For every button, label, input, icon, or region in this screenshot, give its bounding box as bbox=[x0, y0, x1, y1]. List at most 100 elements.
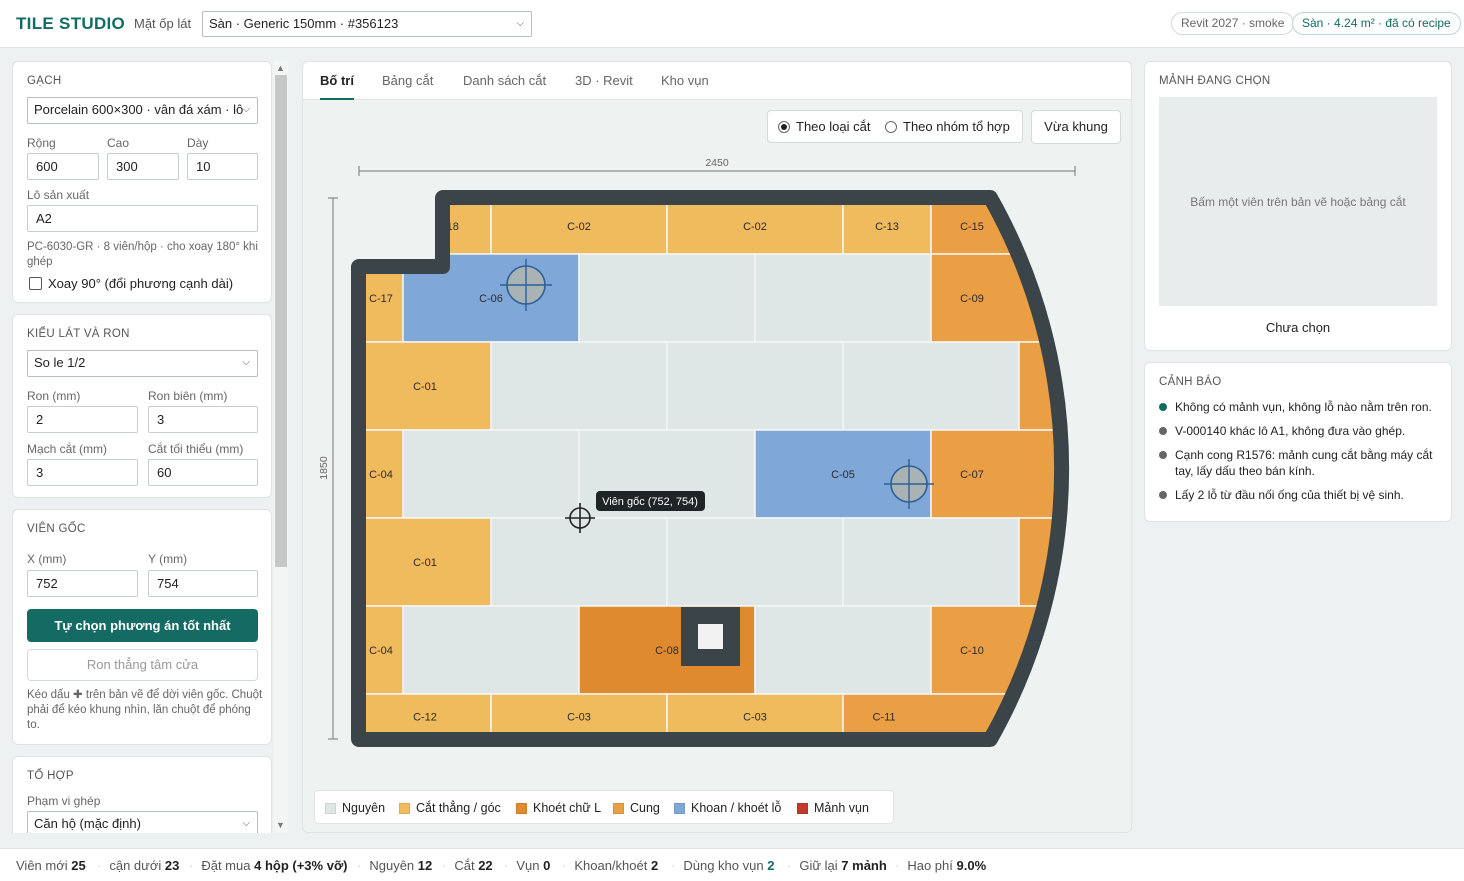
pattern-select[interactable]: So le 1/2 ⌵ bbox=[27, 350, 258, 377]
legend-label: Cắt thẳng / góc bbox=[416, 801, 501, 815]
tile-piece[interactable] bbox=[402, 605, 580, 695]
status-key: Hao phí bbox=[907, 858, 953, 873]
left-scrollbar[interactable]: ▲ ▼ bbox=[274, 61, 288, 833]
warnings-title: CẢNH BÁO bbox=[1159, 376, 1222, 388]
status-value: 2 bbox=[650, 858, 659, 873]
min-cut-input[interactable]: 60 bbox=[148, 459, 258, 486]
origin-card: VIÊN GỐC X (mm) Y (mm) 752 754 Tự chọn p… bbox=[12, 509, 272, 745]
warning-text: V-000140 khác lô A1, không đưa vào ghép. bbox=[1175, 424, 1406, 438]
warning-item: Lấy 2 lỗ từ đầu nối ống của thiết bị vệ … bbox=[1159, 487, 1444, 503]
status-bar: Viên mới 25 · cận dưới 23 · Đặt mua 4 hộp … bbox=[0, 848, 1464, 881]
auto-best-button[interactable]: Tự chọn phương án tốt nhất bbox=[27, 609, 258, 642]
status-full: · Nguyên 12 bbox=[357, 858, 433, 873]
tile-card-title: GẠCH bbox=[27, 75, 62, 87]
tile-piece[interactable]: C-01 bbox=[359, 517, 492, 607]
surface-select-value: Sàn · Generic 150mm · #356123 bbox=[209, 16, 399, 31]
tile-label: C-04 bbox=[369, 645, 393, 657]
edge-joint-input[interactable]: 3 bbox=[148, 406, 258, 433]
tile-piece[interactable]: C-02 bbox=[490, 198, 668, 255]
checkbox-box[interactable] bbox=[29, 277, 42, 290]
legend-swatch bbox=[399, 802, 410, 814]
batch-label: Lô sản xuất bbox=[27, 188, 90, 202]
legend-label: Khoan / khoét lỗ bbox=[691, 801, 782, 815]
scrollbar-thumb[interactable] bbox=[275, 75, 287, 567]
area-badge: Sàn · 4.24 m² · đã có recipe bbox=[1292, 12, 1461, 35]
preview-placeholder: Bấm một viên trên bản vẽ hoặc bảng cắt bbox=[1190, 195, 1406, 209]
chevron-down-icon: ⌵ bbox=[242, 818, 250, 829]
drain-fixture bbox=[681, 607, 740, 666]
status-key: Viên mới bbox=[16, 858, 68, 873]
scope-label: Phạm vi ghép bbox=[27, 794, 101, 808]
tile-piece[interactable] bbox=[842, 517, 1020, 607]
status-key: Dùng kho vụn bbox=[683, 858, 764, 873]
origin-y-input[interactable]: 754 bbox=[148, 570, 258, 597]
tile-piece[interactable] bbox=[666, 517, 844, 607]
tile-piece[interactable] bbox=[490, 341, 668, 431]
tile-piece[interactable] bbox=[490, 517, 668, 607]
width-input[interactable]: 600 bbox=[27, 153, 99, 180]
floor-plan[interactable]: 2450 1850 C-18 C-02 C-02 C-13 C-15C-17 C-06 C-… bbox=[303, 62, 1132, 782]
pattern-select-value: So le 1/2 bbox=[34, 355, 86, 370]
batch-input[interactable]: A2 bbox=[27, 205, 258, 232]
status-value: 2 bbox=[767, 858, 775, 873]
status-scrap-stock: · Dùng kho vụn 2 bbox=[671, 858, 775, 873]
tile-piece[interactable]: C-13 bbox=[842, 198, 932, 255]
legend-swatch bbox=[613, 802, 624, 814]
status-key: Cắt bbox=[454, 858, 475, 873]
tile-piece[interactable] bbox=[578, 253, 756, 343]
piece-preview: Bấm một viên trên bản vẽ hoặc bảng cắt bbox=[1159, 97, 1437, 306]
width-label: Rộng bbox=[27, 136, 56, 150]
scroll-up-icon[interactable]: ▲ bbox=[276, 63, 285, 73]
status-cut: · Cắt 22 bbox=[442, 858, 493, 873]
origin-hint: Kéo dấu ✚ trên bản vẽ để dời viên gốc. C… bbox=[27, 689, 263, 731]
legend: Nguyên Cắt thẳng / góc Khoét chữ L Cung … bbox=[314, 790, 894, 824]
tile-piece[interactable] bbox=[842, 341, 1020, 431]
tile-piece[interactable]: C-07 bbox=[930, 429, 1103, 519]
status-keep: · Giữ lại 7 mảnh bbox=[787, 858, 887, 873]
origin-card-title: VIÊN GỐC bbox=[27, 523, 86, 535]
scope-select[interactable]: Căn hộ (mặc định) ⌵ bbox=[27, 811, 258, 833]
tile-piece[interactable] bbox=[666, 341, 844, 431]
material-select-value: Porcelain 600×300 · vân đá xám · lô bbox=[34, 102, 244, 117]
tile-label: C-01 bbox=[413, 381, 437, 393]
status-value: 12 bbox=[417, 858, 433, 873]
kerf-label: Mạch cắt (mm) bbox=[27, 442, 108, 456]
status-value: 25 bbox=[71, 858, 86, 873]
warning-item: Cạnh cong R1576: mảnh cung cắt bằng máy … bbox=[1159, 447, 1444, 479]
origin-x-input[interactable]: 752 bbox=[27, 570, 138, 597]
tile-label: C-06 bbox=[479, 293, 503, 305]
status-order: · Đặt mua 4 hộp (+3% vỡ) bbox=[189, 858, 348, 873]
pattern-card: KIỂU LÁT VÀ RON So le 1/2 ⌵ Ron (mm) Ron… bbox=[12, 314, 272, 498]
tile-piece[interactable] bbox=[754, 253, 932, 343]
tile-label: C-02 bbox=[743, 221, 767, 233]
thickness-label: Dày bbox=[187, 136, 209, 150]
joint-input[interactable]: 2 bbox=[27, 406, 138, 433]
tile-piece[interactable]: C-01 bbox=[359, 341, 492, 431]
tile-piece[interactable]: C-02 bbox=[666, 198, 844, 255]
door-center-button[interactable]: Ron thẳng tâm cửa bbox=[27, 649, 258, 681]
tile-label: C-05 bbox=[831, 469, 855, 481]
tile-piece[interactable] bbox=[754, 605, 932, 695]
rotate-checkbox[interactable]: Xoay 90° (đổi phương cạnh dài) bbox=[29, 276, 233, 291]
chevron-down-icon: ⌵ bbox=[242, 104, 250, 115]
status-key: Nguyên bbox=[369, 858, 415, 873]
legend-swatch bbox=[797, 802, 808, 814]
material-select[interactable]: Porcelain 600×300 · vân đá xám · lô ⌵ bbox=[27, 97, 258, 124]
legend-drill: Khoan / khoét lỗ bbox=[674, 801, 781, 815]
thickness-input[interactable]: 10 bbox=[187, 153, 258, 180]
tile-label: C-11 bbox=[872, 712, 895, 724]
height-input[interactable]: 300 bbox=[107, 153, 179, 180]
tile-piece[interactable] bbox=[402, 429, 580, 519]
warning-text: Không có mảnh vụn, không lỗ nào nằm trên… bbox=[1175, 400, 1432, 414]
dim-height-label: 1850 bbox=[318, 456, 330, 480]
scroll-down-icon[interactable]: ▼ bbox=[276, 820, 285, 830]
legend-full: Nguyên bbox=[325, 801, 385, 815]
scope-select-value: Căn hộ (mặc định) bbox=[34, 816, 141, 831]
status-scrap: · Vụn 0 bbox=[504, 858, 551, 873]
kerf-input[interactable]: 3 bbox=[27, 459, 138, 486]
center-panel: Bố trí Bảng cắt Danh sách cắt 3D · Revit… bbox=[302, 61, 1132, 833]
legend-curve: Cung bbox=[613, 801, 660, 815]
surface-select[interactable]: Sàn · Generic 150mm · #356123 ⌵ bbox=[202, 11, 532, 37]
top-bar: TILE STUDIO Mặt ốp lát Sàn · Generic 150… bbox=[0, 0, 1464, 48]
combo-card: TỔ HỢP Phạm vi ghép Căn hộ (mặc định) ⌵ bbox=[12, 756, 272, 833]
